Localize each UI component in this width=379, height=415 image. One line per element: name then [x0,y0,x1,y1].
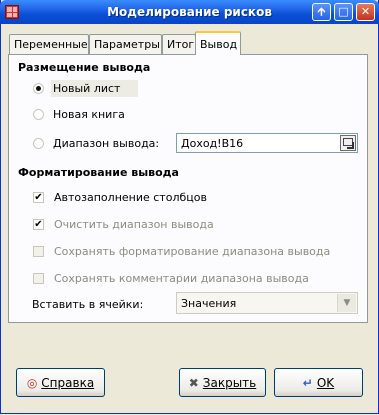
radio-new-book[interactable]: Новая книга [33,108,125,121]
output-range-value: Доход!B16 [181,137,244,150]
tab-summary[interactable]: Итог [162,34,196,54]
radio-new-book-label: Новая книга [53,108,125,121]
radio-output-range-label: Диапазон вывода: [53,137,160,150]
close-button[interactable]: ✖ Закрыть [179,368,266,397]
minimize-button[interactable]: 🡩 [312,3,331,21]
title-bar[interactable]: Моделирование рисков 🡩 □ ✕ [0,0,379,24]
close-x-icon: ✖ [188,375,199,390]
checkbox-icon[interactable] [33,246,44,257]
checkbox-checked-icon[interactable]: ✔ [33,192,44,203]
ok-button-label: OK [316,375,335,390]
check-keep-formatting-label: Сохранять форматирование диапазона вывод… [54,245,331,258]
placement-heading: Размещение вывода [18,61,151,74]
check-keep-formatting[interactable]: Сохранять форматирование диапазона вывод… [33,245,330,258]
paste-mode-value: Значения [181,297,237,310]
check-autofit-columns[interactable]: ✔ Автозаполнение столбцов [33,191,207,204]
check-keep-comments[interactable]: Сохранять комментарии диапазона вывода [33,272,309,285]
radio-button-icon[interactable] [33,109,44,120]
lifebuoy-icon: ◎ [26,375,38,390]
check-autofit-label: Автозаполнение столбцов [54,191,207,204]
close-button-label: Закрыть [202,375,257,390]
radio-button-icon[interactable] [33,138,44,149]
tab-output[interactable]: Вывод [195,31,241,55]
format-heading: Форматирование вывода [18,166,179,179]
chevron-down-icon[interactable]: ▼ [337,294,356,312]
radio-new-sheet[interactable]: Новый лист [33,80,139,97]
radio-button-icon[interactable] [33,83,44,94]
range-select-icon[interactable] [340,135,356,151]
close-window-button[interactable]: ✕ [356,3,375,21]
paste-mode-select[interactable]: Значения ▼ [176,292,358,314]
tab-parameters[interactable]: Параметры [89,34,162,54]
radio-output-range[interactable]: Диапазон вывода: [33,137,159,150]
help-button-label: Справка [41,375,95,390]
tab-variables[interactable]: Переменные [9,34,89,54]
output-range-input[interactable]: Доход!B16 [176,133,358,153]
radio-new-sheet-label: Новый лист [51,80,139,97]
paste-label: Вставить в ячейки: [32,298,144,311]
maximize-button[interactable]: □ [334,3,353,21]
check-clear-range[interactable]: ✔ Очистить диапазон вывода [33,218,214,231]
enter-arrow-icon: ↵ [302,375,313,390]
checkbox-checked-icon[interactable]: ✔ [33,219,44,230]
checkbox-icon[interactable] [33,273,44,284]
check-keep-comments-label: Сохранять комментарии диапазона вывода [54,272,309,285]
ok-button[interactable]: ↵ OK [274,368,363,397]
check-clear-label: Очистить диапазон вывода [54,218,214,231]
help-button[interactable]: ◎ Справка [16,368,105,397]
